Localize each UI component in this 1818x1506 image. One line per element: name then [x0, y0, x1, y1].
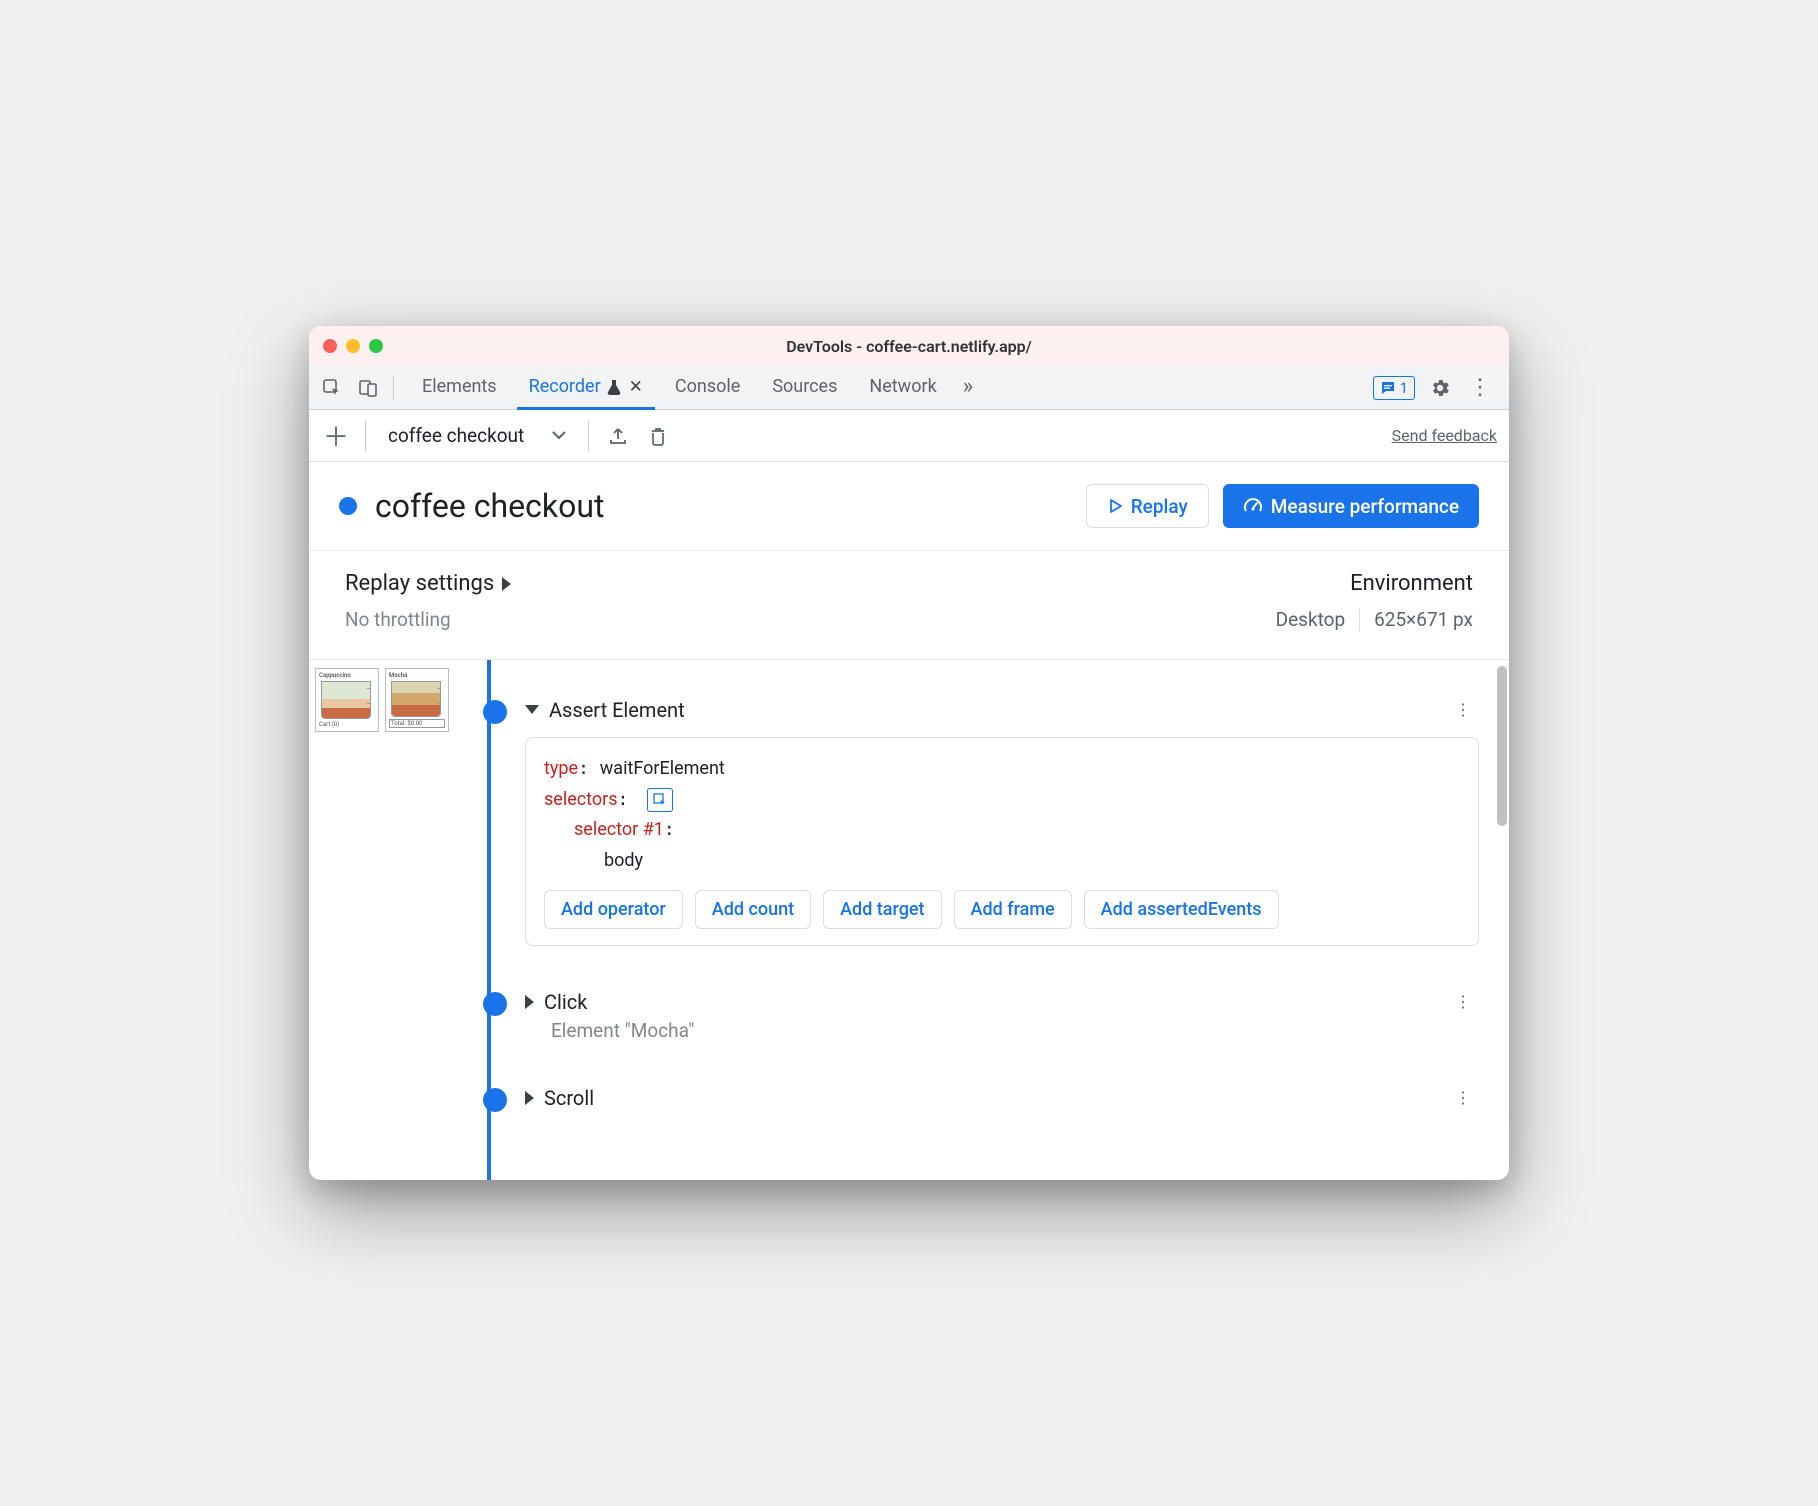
tab-elements[interactable]: Elements	[410, 366, 509, 410]
chevron-right-icon[interactable]	[525, 1091, 534, 1105]
code-key: selectors	[544, 789, 618, 810]
step-subtitle: Element "Mocha"	[551, 1019, 1479, 1042]
device-toolbar-icon[interactable]	[353, 373, 383, 403]
step-click: Click ⋮ Element "Mocha"	[475, 988, 1479, 1042]
add-asserted-events-button[interactable]: Add assertedEvents	[1084, 890, 1279, 929]
selector-picker-icon[interactable]	[647, 788, 673, 812]
tab-sources[interactable]: Sources	[760, 366, 849, 410]
code-key: type	[544, 758, 578, 779]
chevron-down-icon	[552, 431, 566, 441]
window-title: DevTools - coffee-cart.netlify.app/	[309, 337, 1509, 356]
screenshot-thumb[interactable]: Cappuccino Cart (0)	[315, 668, 379, 732]
separator	[393, 376, 394, 400]
chevron-right-icon[interactable]	[525, 995, 534, 1009]
thumb-label: Mocha	[389, 672, 445, 679]
recorder-content: Cappuccino Cart (0) Mocha Total: $0.00	[309, 660, 1509, 1180]
close-tab-icon[interactable]: ✕	[629, 377, 643, 397]
environment-title: Environment	[1276, 571, 1473, 596]
new-recording-button[interactable]: ＋	[321, 421, 351, 451]
separator	[588, 421, 589, 451]
export-icon[interactable]	[603, 421, 633, 451]
recording-name: coffee checkout	[388, 424, 524, 447]
minimize-window-button[interactable]	[346, 339, 360, 353]
add-frame-button[interactable]: Add frame	[954, 890, 1072, 929]
recording-status-dot	[339, 497, 357, 515]
tab-recorder[interactable]: Recorder ✕	[517, 366, 655, 410]
throttling-value: No throttling	[345, 608, 1276, 631]
recording-title: coffee checkout	[375, 487, 1086, 525]
code-value[interactable]: body	[604, 850, 643, 871]
screenshot-thumbnails: Cappuccino Cart (0) Mocha Total: $0.00	[309, 660, 469, 1180]
step-menu-icon[interactable]: ⋮	[1447, 696, 1479, 723]
measure-performance-button[interactable]: Measure performance	[1223, 484, 1479, 528]
add-count-button[interactable]: Add count	[695, 890, 811, 929]
add-operator-button[interactable]: Add operator	[544, 890, 683, 929]
inspect-element-icon[interactable]	[317, 373, 347, 403]
thumb-caption: Total: $0.00	[389, 719, 445, 728]
settings-row: Replay settings No throttling Environmen…	[309, 551, 1509, 660]
tab-overflow[interactable]: »	[957, 366, 979, 410]
step-menu-icon[interactable]: ⋮	[1447, 1084, 1479, 1111]
separator	[365, 421, 366, 451]
recording-selector[interactable]: coffee checkout	[380, 420, 574, 451]
step-details: type: waitForElement selectors: selector…	[525, 737, 1479, 946]
gauge-icon	[1243, 496, 1263, 516]
traffic-lights	[323, 339, 383, 353]
window-titlebar: DevTools - coffee-cart.netlify.app/	[309, 326, 1509, 366]
step-scroll: Scroll ⋮	[475, 1084, 1479, 1111]
add-target-button[interactable]: Add target	[823, 890, 941, 929]
replay-button[interactable]: Replay	[1086, 484, 1209, 528]
screenshot-thumb[interactable]: Mocha Total: $0.00	[385, 668, 449, 732]
environment-dimensions: 625×671 px	[1374, 608, 1473, 631]
messages-count: 1	[1400, 379, 1408, 397]
environment-device: Desktop	[1276, 608, 1346, 631]
replay-settings-toggle[interactable]: Replay settings	[345, 571, 1276, 596]
recording-header: coffee checkout Replay Measure performan…	[309, 462, 1509, 551]
step-title: Assert Element	[549, 698, 685, 722]
panel-tabs: Elements Recorder ✕ Console Sources Netw…	[410, 366, 1367, 409]
tab-console[interactable]: Console	[663, 366, 752, 410]
step-title: Click	[544, 990, 587, 1014]
code-value: waitForElement	[600, 758, 725, 779]
step-dot	[483, 1088, 507, 1112]
code-key: selector #1	[574, 819, 664, 840]
more-vert-icon[interactable]: ⋮	[1465, 373, 1495, 403]
message-icon	[1380, 380, 1396, 396]
play-icon	[1107, 498, 1123, 514]
chevron-down-icon[interactable]	[525, 705, 539, 714]
step-dot	[483, 700, 507, 724]
step-menu-icon[interactable]: ⋮	[1447, 988, 1479, 1015]
messages-badge[interactable]: 1	[1373, 376, 1415, 400]
timeline: Assert Element ⋮ type: waitForElement se…	[469, 660, 1509, 1180]
step-title: Scroll	[544, 1086, 594, 1110]
tab-network[interactable]: Network	[857, 366, 948, 410]
delete-icon[interactable]	[643, 421, 673, 451]
chevron-right-icon	[502, 577, 511, 591]
send-feedback-link[interactable]: Send feedback	[1392, 426, 1497, 445]
separator	[1359, 609, 1360, 631]
maximize-window-button[interactable]	[369, 339, 383, 353]
step-dot	[483, 992, 507, 1016]
thumb-label: Cappuccino	[319, 672, 375, 679]
devtools-tabbar: Elements Recorder ✕ Console Sources Netw…	[309, 366, 1509, 410]
flask-icon	[607, 379, 621, 395]
devtools-window: DevTools - coffee-cart.netlify.app/ Elem…	[309, 326, 1509, 1180]
step-assert-element: Assert Element ⋮ type: waitForElement se…	[475, 696, 1479, 946]
thumb-caption: Cart (0)	[319, 721, 375, 728]
close-window-button[interactable]	[323, 339, 337, 353]
settings-gear-icon[interactable]	[1425, 373, 1455, 403]
recorder-toolbar: ＋ coffee checkout Send feedback	[309, 410, 1509, 462]
